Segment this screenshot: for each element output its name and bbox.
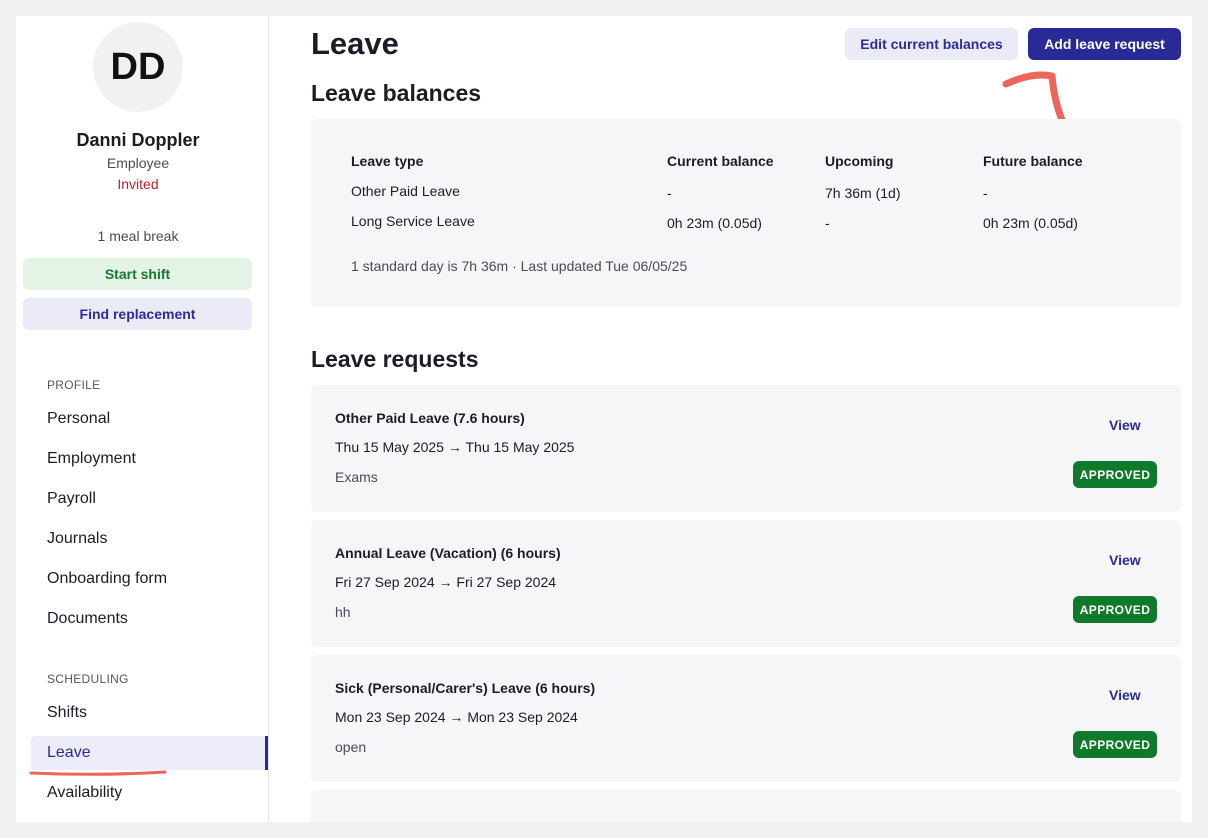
table-cell: - bbox=[983, 185, 988, 201]
section-label-profile: PROFILE bbox=[47, 378, 101, 392]
column-header: Leave type bbox=[351, 153, 424, 169]
column-header: Current balance bbox=[667, 153, 774, 169]
request-end-date: Thu 15 May 2025 bbox=[465, 439, 575, 455]
status-badge: APPROVED bbox=[1073, 731, 1157, 758]
sidebar-item-label: Payroll bbox=[47, 490, 96, 507]
sidebar-item-label: Personal bbox=[47, 410, 111, 427]
view-request-link[interactable]: View bbox=[1109, 552, 1141, 568]
annotation-underline bbox=[29, 770, 167, 776]
request-end-date: Mon 23 Sep 2024 bbox=[467, 709, 578, 725]
table-cell: Other Paid Leave bbox=[351, 183, 460, 199]
meal-break-text: 1 meal break bbox=[97, 228, 179, 244]
sidebar-item-personal[interactable]: Personal bbox=[31, 402, 268, 436]
request-dates: Thu 15 May 2025 → Thu 15 May 2025 bbox=[335, 439, 574, 455]
request-dates: Mon 23 Sep 2024 → Mon 23 Sep 2024 bbox=[335, 709, 578, 725]
table-cell: - bbox=[825, 215, 830, 231]
sidebar-item-label: Leave bbox=[47, 744, 91, 761]
avatar: DD bbox=[93, 22, 183, 112]
leave-balances-heading: Leave balances bbox=[311, 80, 482, 106]
sidebar-item-employment[interactable]: Employment bbox=[31, 442, 268, 476]
sidebar-item-label: Documents bbox=[47, 610, 128, 627]
request-title: Annual Leave (Vacation) (6 hours) bbox=[335, 545, 561, 561]
leave-request-card: Annual Leave (Vacation) (6 hours) Fri 27… bbox=[311, 520, 1181, 647]
request-note: open bbox=[335, 739, 367, 755]
request-start-date: Mon 23 Sep 2024 bbox=[335, 709, 446, 725]
annotation-arrow bbox=[1002, 71, 1066, 124]
app-window: DD Danni Doppler Employee Invited 1 meal… bbox=[16, 16, 1192, 822]
request-note: Exams bbox=[335, 469, 378, 485]
table-cell: 7h 36m (1d) bbox=[825, 185, 901, 201]
column-header: Future balance bbox=[983, 153, 1083, 169]
arrow-right-icon: → bbox=[438, 574, 453, 590]
sidebar-item-label: Journals bbox=[47, 530, 108, 547]
table-cell: - bbox=[667, 185, 672, 201]
column-header: Upcoming bbox=[825, 153, 894, 169]
request-end-date: Fri 27 Sep 2024 bbox=[456, 574, 557, 590]
arrow-right-icon: → bbox=[447, 439, 462, 455]
main-content: Leave Edit current balances Add leave re… bbox=[269, 16, 1192, 822]
sidebar-item-availability[interactable]: Availability bbox=[31, 776, 268, 810]
edit-current-balances-button[interactable]: Edit current balances bbox=[845, 28, 1018, 60]
sidebar-item-journals[interactable]: Journals bbox=[31, 522, 268, 556]
sidebar-item-onboarding-form[interactable]: Onboarding form bbox=[31, 562, 268, 596]
start-shift-button[interactable]: Start shift bbox=[23, 258, 252, 290]
sidebar-item-label: Employment bbox=[47, 450, 136, 467]
request-title: Other Paid Leave (7.6 hours) bbox=[335, 410, 525, 426]
table-cell: Long Service Leave bbox=[351, 213, 475, 229]
leave-request-card-partial bbox=[311, 790, 1181, 822]
sidebar: DD Danni Doppler Employee Invited 1 meal… bbox=[16, 16, 269, 822]
sidebar-item-label: Shifts bbox=[47, 704, 88, 721]
request-dates: Fri 27 Sep 2024 → Fri 27 Sep 2024 bbox=[335, 574, 556, 590]
table-cell: 0h 23m (0.05d) bbox=[983, 215, 1078, 231]
arrow-right-icon: → bbox=[449, 709, 464, 725]
request-start-date: Thu 15 May 2025 bbox=[335, 439, 444, 455]
leave-request-card: Other Paid Leave (7.6 hours) Thu 15 May … bbox=[311, 385, 1181, 512]
add-leave-request-button[interactable]: Add leave request bbox=[1028, 28, 1181, 60]
balances-note: 1 standard day is 7h 36m · Last updated … bbox=[351, 258, 688, 274]
section-label-scheduling: SCHEDULING bbox=[47, 672, 129, 686]
sidebar-item-shifts[interactable]: Shifts bbox=[31, 696, 268, 730]
sidebar-item-label: Availability bbox=[47, 784, 123, 801]
view-request-link[interactable]: View bbox=[1109, 687, 1141, 703]
user-name: Danni Doppler bbox=[76, 130, 200, 150]
leave-request-card: Sick (Personal/Carer's) Leave (6 hours) … bbox=[311, 655, 1181, 782]
table-cell: 0h 23m (0.05d) bbox=[667, 215, 762, 231]
user-status: Invited bbox=[117, 176, 159, 192]
request-note: hh bbox=[335, 604, 351, 620]
leave-balances-table: Leave type Current balance Upcoming Futu… bbox=[311, 119, 1181, 307]
sidebar-item-leave[interactable]: Leave bbox=[31, 736, 268, 770]
sidebar-item-payroll[interactable]: Payroll bbox=[31, 482, 268, 516]
status-badge: APPROVED bbox=[1073, 461, 1157, 488]
view-request-link[interactable]: View bbox=[1109, 417, 1141, 433]
status-badge: APPROVED bbox=[1073, 596, 1157, 623]
user-role: Employee bbox=[106, 155, 170, 171]
request-start-date: Fri 27 Sep 2024 bbox=[335, 574, 435, 590]
request-title: Sick (Personal/Carer's) Leave (6 hours) bbox=[335, 680, 596, 696]
sidebar-item-documents[interactable]: Documents bbox=[31, 602, 268, 636]
leave-requests-heading: Leave requests bbox=[311, 346, 479, 372]
sidebar-item-label: Onboarding form bbox=[47, 570, 168, 587]
page-title: Leave bbox=[311, 26, 399, 61]
find-replacement-button[interactable]: Find replacement bbox=[23, 298, 252, 330]
